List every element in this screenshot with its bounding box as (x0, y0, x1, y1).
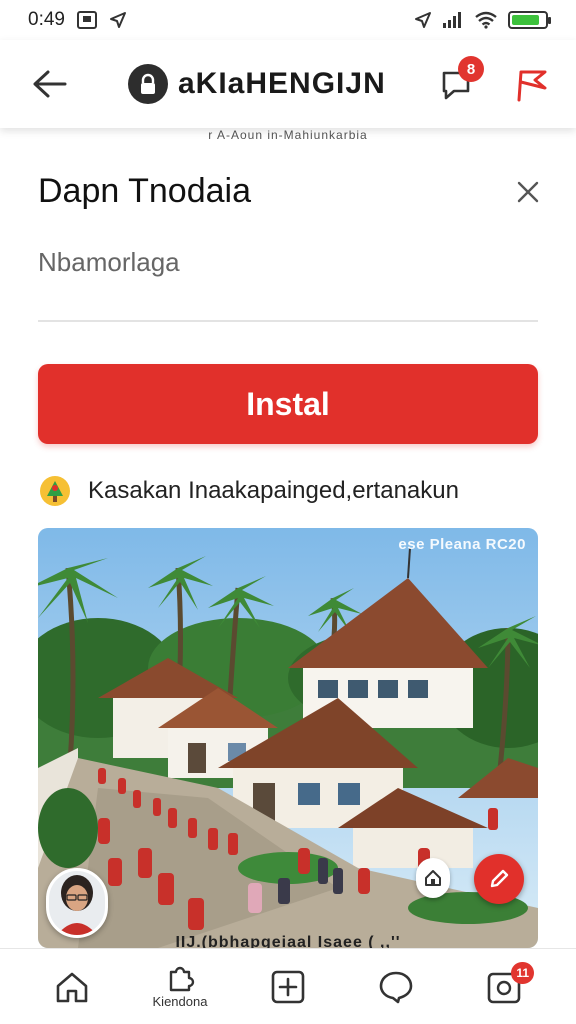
battery-icon (508, 11, 551, 29)
status-time: 0:49 (28, 9, 65, 30)
battery-level (512, 15, 540, 25)
pencil-icon (490, 869, 509, 888)
divider (38, 320, 538, 322)
nav-notifications[interactable]: 11 (464, 952, 544, 1022)
signal-icon (442, 11, 464, 29)
nav-notification-badge: 11 (511, 961, 534, 984)
flag-icon (517, 70, 547, 102)
wifi-icon (474, 11, 498, 29)
nav-add[interactable] (248, 952, 328, 1022)
status-right (414, 11, 551, 29)
back-button[interactable] (24, 58, 76, 110)
info-text: Kasakan Inaakapainged,ertanakun (88, 477, 459, 504)
photo-card[interactable]: ese Pleana RC20 (38, 528, 538, 948)
photo-watermark: ese Pleana RC20 (398, 536, 526, 553)
location-arrow-icon (414, 11, 432, 29)
notification-badge: 8 (458, 56, 484, 82)
village-photo (38, 528, 538, 948)
subheader-text: r A-Aoun in-Mahiunkarbia (208, 128, 368, 142)
info-row: Kasakan Inaakapainged,ertanakun (38, 474, 459, 508)
location-arrow-icon (109, 11, 127, 29)
dialog-subtitle: Nbamorlaga (38, 247, 180, 277)
flag-button[interactable] (508, 62, 552, 106)
close-button[interactable] (508, 172, 548, 212)
dialog-title: Dapn Tnodaia (38, 172, 251, 210)
chat-button[interactable]: 8 (434, 56, 484, 106)
status-left: 0:49 (28, 9, 127, 31)
nav-messages[interactable] (356, 952, 436, 1022)
arrow-left-icon (33, 70, 67, 98)
house-icon (425, 870, 441, 886)
add-square-icon (271, 970, 305, 1003)
app-title: aKIaHENGIJN (178, 67, 386, 100)
notification-icon (76, 11, 97, 29)
edit-button[interactable] (474, 854, 524, 904)
app-logo: aKIaHENGIJN (128, 64, 386, 104)
avatar[interactable] (46, 868, 108, 938)
lock-icon (128, 64, 168, 104)
home-shortcut-button[interactable] (416, 858, 450, 898)
status-bar: 0:49 (0, 0, 576, 40)
leaf-badge-icon (40, 476, 70, 506)
nav-explore[interactable]: Kiendona (140, 952, 220, 1022)
nav-home[interactable] (32, 952, 112, 1022)
close-icon (517, 181, 539, 203)
home-icon (56, 972, 88, 1002)
nav-label-explore: Kiendona (152, 994, 208, 1009)
install-button[interactable]: Instal (38, 364, 538, 444)
puzzle-icon (169, 966, 195, 992)
app-bar-actions: 8 (434, 56, 552, 106)
bottom-nav: Kiendona 11 (0, 948, 576, 1024)
chat-bubble-icon (379, 971, 413, 1003)
app-bar: aKIaHENGIJN 8 (0, 40, 576, 128)
